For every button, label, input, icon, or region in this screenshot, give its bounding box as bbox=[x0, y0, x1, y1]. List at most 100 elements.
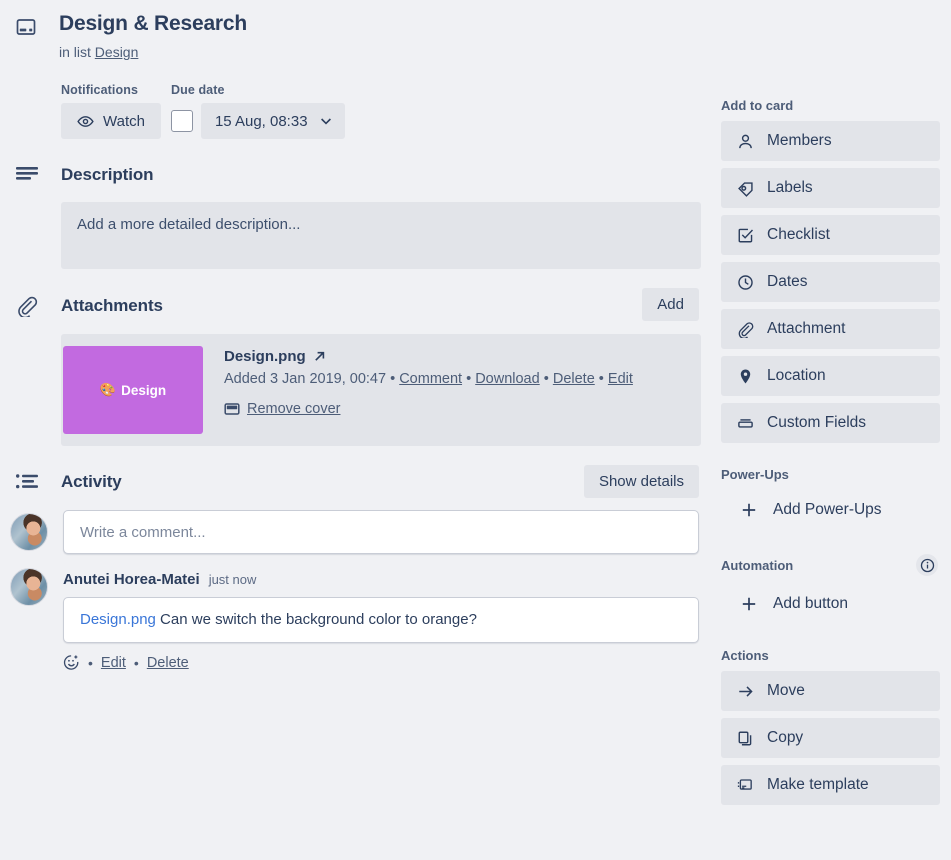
plus-icon bbox=[741, 502, 757, 518]
sidebar-item-attachment[interactable]: Attachment bbox=[721, 309, 940, 349]
palette-icon: 🎨 bbox=[99, 382, 117, 397]
info-icon[interactable] bbox=[916, 554, 938, 576]
paperclip-icon bbox=[16, 295, 42, 317]
add-to-card-heading-label: Add to card bbox=[721, 98, 794, 113]
comment-actions: • Edit • Delete bbox=[63, 654, 699, 671]
due-date-checkbox[interactable] bbox=[170, 110, 193, 132]
add-to-card-heading: Add to card bbox=[710, 98, 951, 121]
due-date-label: Due date bbox=[170, 83, 225, 97]
copy-icon bbox=[737, 730, 754, 747]
card-header: Design & Research in list Design bbox=[0, 0, 710, 61]
location-pin-icon bbox=[737, 368, 754, 385]
bullet: • bbox=[133, 654, 139, 671]
comment-author[interactable]: Anutei Horea-Matei bbox=[63, 571, 200, 588]
attachment-name[interactable]: Design.png bbox=[224, 348, 306, 365]
add-attachment-button[interactable]: Add bbox=[642, 288, 699, 321]
remove-cover-label: Remove cover bbox=[247, 401, 341, 417]
label-tag-icon bbox=[737, 180, 754, 197]
custom-fields-icon bbox=[737, 415, 754, 432]
actions-heading: Actions bbox=[710, 648, 951, 671]
actions-heading-label: Actions bbox=[721, 648, 769, 663]
sidebar-item-label: Copy bbox=[767, 729, 804, 746]
sidebar-item-checklist[interactable]: Checklist bbox=[721, 215, 940, 255]
paperclip-icon bbox=[737, 321, 754, 338]
power-ups-heading: Power-Ups bbox=[710, 467, 951, 490]
add-automation-button[interactable]: Add button bbox=[721, 584, 940, 624]
description-input[interactable]: Add a more detailed description... bbox=[61, 202, 701, 269]
comment-body[interactable]: Design.png Can we switch the background … bbox=[63, 597, 699, 643]
sidebar-item-make-template[interactable]: Make template bbox=[721, 765, 940, 805]
in-list-label: in list bbox=[59, 44, 91, 60]
watch-button[interactable]: Watch bbox=[61, 103, 161, 139]
power-ups-heading-label: Power-Ups bbox=[721, 467, 789, 482]
bullet: • bbox=[390, 371, 400, 387]
add-automation-label: Add button bbox=[773, 595, 848, 612]
add-to-card-group: Add to card Members Labels Checklist Dat… bbox=[710, 98, 951, 443]
comment-input[interactable]: Write a comment... bbox=[63, 510, 699, 554]
sidebar-item-copy[interactable]: Copy bbox=[721, 718, 940, 758]
attachment-edit-link[interactable]: Edit bbox=[608, 371, 633, 387]
checkbox-icon bbox=[737, 227, 754, 244]
attachment-item: 🎨 Design Design.png Added 3 Jan 2019, 00… bbox=[61, 334, 701, 446]
person-icon bbox=[737, 133, 754, 150]
trello-card-detail: Design & Research in list Design Notific… bbox=[0, 0, 951, 860]
clock-icon bbox=[737, 274, 754, 291]
remove-cover-action[interactable]: Remove cover bbox=[224, 401, 633, 417]
page-title: Design & Research bbox=[59, 12, 248, 35]
due-date-value: 15 Aug, 08:33 bbox=[214, 112, 308, 130]
activity-list-icon bbox=[16, 473, 42, 492]
bullet: • bbox=[543, 371, 553, 387]
card-icon bbox=[16, 17, 36, 37]
watch-label: Watch bbox=[103, 112, 145, 130]
attachment-delete-link[interactable]: Delete bbox=[553, 371, 595, 387]
description-title: Description bbox=[61, 165, 154, 184]
comment-delete-link[interactable]: Delete bbox=[147, 655, 189, 671]
sidebar-item-dates[interactable]: Dates bbox=[721, 262, 940, 302]
card-main-column: Design & Research in list Design Notific… bbox=[0, 0, 710, 860]
card-meta-row: Notifications Watch Due date 15 Aug, 08:… bbox=[61, 83, 710, 139]
automation-group: Automation Add button bbox=[710, 554, 951, 624]
add-power-ups-button[interactable]: Add Power-Ups bbox=[721, 490, 940, 530]
bullet: • bbox=[598, 371, 608, 387]
sidebar-item-label: Attachment bbox=[767, 320, 846, 337]
attachment-thumbnail[interactable]: 🎨 Design bbox=[63, 346, 203, 434]
attachments-section: Attachments Add 🎨 Design Design.png Adde… bbox=[0, 288, 710, 446]
automation-heading: Automation bbox=[710, 554, 951, 584]
external-link-icon[interactable] bbox=[313, 350, 326, 363]
attachments-title: Attachments bbox=[61, 296, 163, 315]
comment-attachment-link[interactable]: Design.png bbox=[80, 611, 156, 628]
attachment-meta: Added 3 Jan 2019, 00:47 • Comment • Down… bbox=[224, 369, 633, 390]
sidebar-item-labels[interactable]: Labels bbox=[721, 168, 940, 208]
actions-group: Actions Move Copy Make template bbox=[710, 648, 951, 805]
attachment-added-text: Added 3 Jan 2019, 00:47 bbox=[224, 371, 387, 387]
comment-composer: Write a comment... bbox=[10, 510, 710, 554]
power-ups-group: Power-Ups Add Power-Ups bbox=[710, 467, 951, 530]
show-details-button[interactable]: Show details bbox=[583, 465, 699, 498]
avatar bbox=[10, 568, 48, 606]
sidebar-item-move[interactable]: Move bbox=[721, 671, 940, 711]
activity-title: Activity bbox=[61, 472, 122, 491]
comment-edit-link[interactable]: Edit bbox=[101, 655, 126, 671]
cover-icon bbox=[224, 401, 240, 417]
notifications-label: Notifications bbox=[61, 83, 138, 97]
attachments-header: Attachments Add bbox=[0, 288, 710, 321]
template-icon bbox=[737, 777, 754, 794]
bullet: • bbox=[88, 654, 93, 671]
activity-section: Activity Show details Write a comment...… bbox=[0, 465, 710, 671]
sidebar-item-label: Members bbox=[767, 132, 832, 149]
attachment-comment-link[interactable]: Comment bbox=[399, 371, 462, 387]
sidebar-item-members[interactable]: Members bbox=[721, 121, 940, 161]
list-link[interactable]: Design bbox=[95, 44, 139, 60]
attachment-download-link[interactable]: Download bbox=[475, 371, 540, 387]
due-date-button[interactable]: 15 Aug, 08:33 bbox=[200, 103, 345, 139]
attachment-thumbnail-label: Design bbox=[121, 382, 167, 398]
add-reaction-icon[interactable] bbox=[63, 654, 80, 671]
activity-header: Activity Show details bbox=[0, 465, 710, 498]
sidebar-item-custom-fields[interactable]: Custom Fields bbox=[721, 403, 940, 443]
arrow-right-icon bbox=[737, 683, 754, 700]
sidebar-item-label: Make template bbox=[767, 776, 869, 793]
sidebar-item-location[interactable]: Location bbox=[721, 356, 940, 396]
card-sidebar: Add to card Members Labels Checklist Dat… bbox=[710, 0, 951, 860]
